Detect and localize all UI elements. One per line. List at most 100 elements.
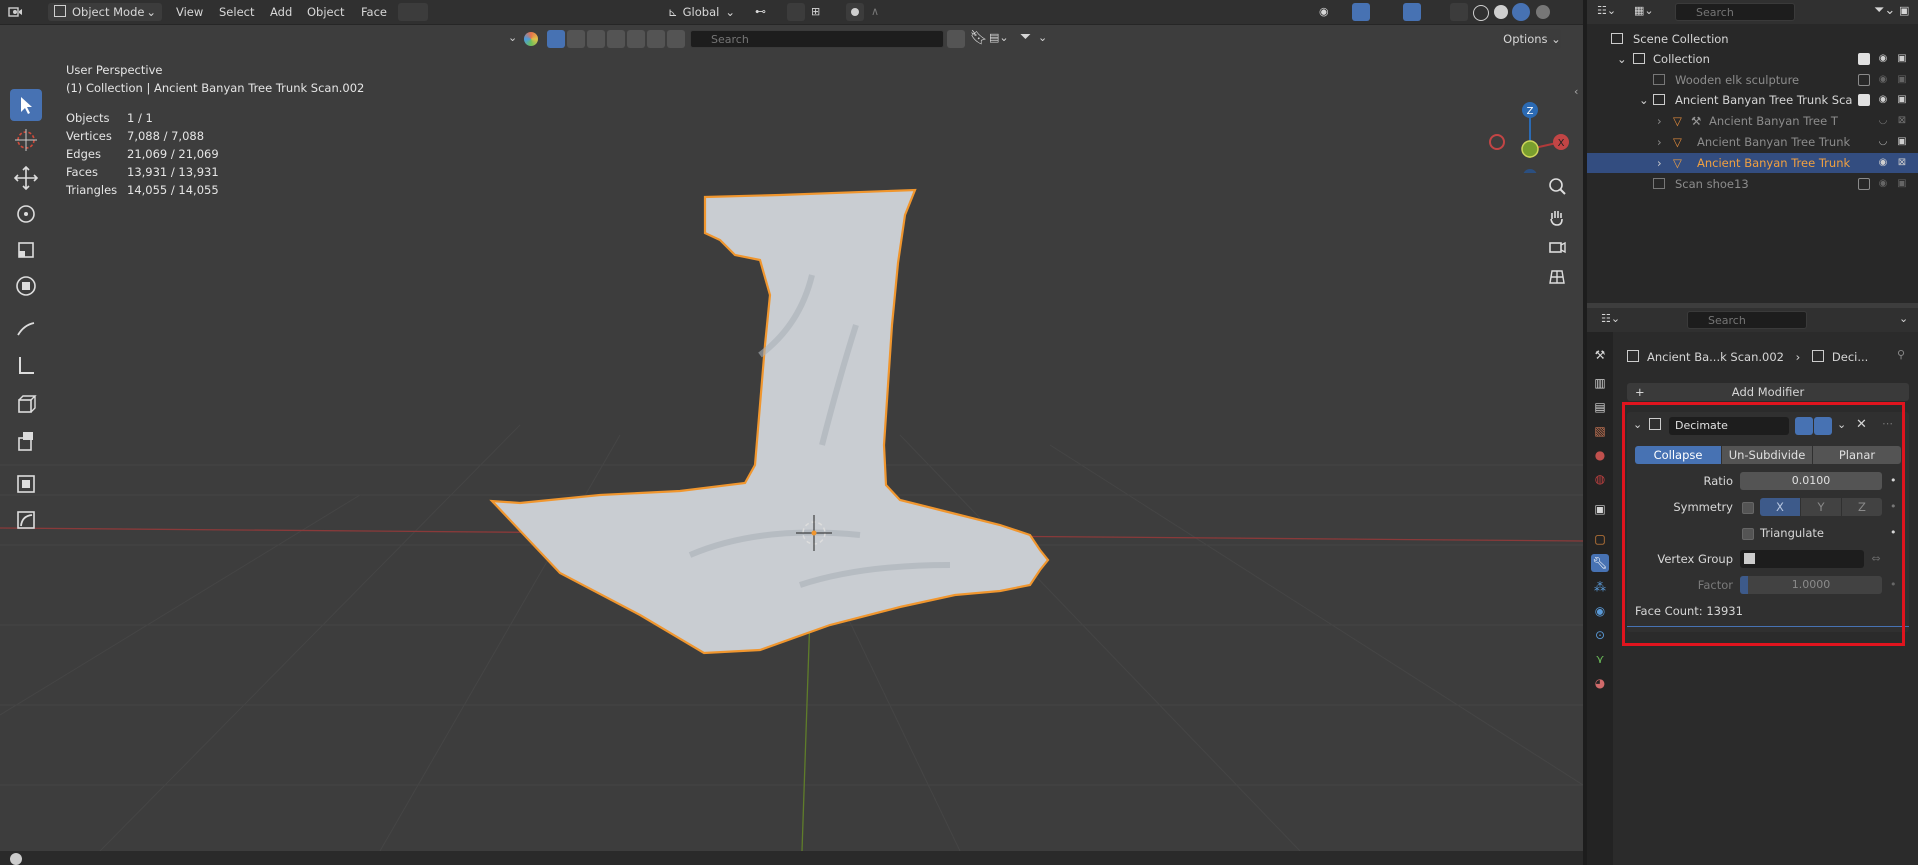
outliner-row-wooden-elk[interactable]: Wooden elk sculpture ◉ ▣ [1587,70,1918,90]
falloff-icon[interactable]: ∧ [866,3,896,21]
pin-icon[interactable]: ⚲ [1897,348,1905,361]
gizmo-toggle-icon[interactable] [1352,3,1370,21]
menu-view[interactable]: View [176,3,203,21]
camera-icon[interactable]: ▣ [1896,53,1908,65]
filter-funnel-icon[interactable]: ⏷⌄ [1874,3,1895,18]
world-tab-icon[interactable]: ◍ [1591,470,1609,488]
menu-add[interactable]: Add [270,3,292,21]
xray-toggle-icon[interactable] [1450,3,1468,21]
chevron-right-icon[interactable]: › [1657,153,1662,173]
grid-perspective-icon[interactable] [1543,263,1571,291]
viewport-search-input[interactable] [690,30,944,48]
pivot-point-icon[interactable]: ⊷ [752,3,778,21]
proportional-edit-icon[interactable] [846,3,864,21]
modifier-tab-icon[interactable]: 🔧︎ [1591,554,1609,572]
render-tab-icon[interactable]: ▥ [1591,374,1609,392]
camera-disabled-icon[interactable]: ⊠ [1896,157,1908,169]
select-circle-icon[interactable] [587,30,605,48]
material-shading-icon[interactable] [1512,3,1530,21]
physics-tab-icon[interactable]: ◉ [1591,602,1609,620]
new-collection-icon[interactable]: ▣ [1899,4,1909,17]
eye-closed-icon[interactable]: ◡ [1877,136,1889,148]
eye-icon[interactable]: ◉ [1877,74,1889,86]
eye-icon[interactable]: ◉ [1877,53,1889,65]
overlay-toggle-icon[interactable] [1403,3,1421,21]
object-tab-icon[interactable]: ▢ [1591,530,1609,548]
select-intersect-icon[interactable] [667,30,685,48]
particles-tab-icon[interactable]: ⁂ [1591,578,1609,596]
chevron-right-icon[interactable]: › [1657,111,1662,131]
solid-shading-icon[interactable] [1494,5,1508,19]
material-tab-icon[interactable]: ◕ [1591,674,1609,692]
select-mode-icon[interactable] [398,3,428,21]
camera-icon[interactable]: ▣ [1896,178,1908,190]
menu-face[interactable]: Face [361,3,387,21]
properties-search-input[interactable] [1687,311,1807,329]
filter-toggle-icon[interactable] [947,30,965,48]
select-lasso-icon[interactable] [607,30,625,48]
filter-funnel-icon[interactable]: ⏷ [1020,29,1031,45]
exclude-checkbox[interactable] [1858,94,1870,106]
select-subtract-icon[interactable] [647,30,665,48]
exclude-checkbox[interactable] [1858,178,1870,190]
eye-icon[interactable]: ◉ [1877,178,1889,190]
scale-tool-icon[interactable] [10,234,42,266]
eye-icon[interactable]: ◉ [1877,157,1889,169]
pan-hand-icon[interactable] [1543,203,1571,231]
snap-toggle-icon[interactable] [787,3,805,21]
breadcrumb-modifier[interactable]: Deci... [1832,350,1868,364]
view-layer-tab-icon[interactable]: ▧ [1591,422,1609,440]
constraints-tab-icon[interactable]: ⊙ [1591,626,1609,644]
options-dropdown[interactable]: Options ⌄ [1503,29,1561,49]
add-cube-tool-icon[interactable] [10,389,42,421]
output-tab-icon[interactable]: ▤ [1591,398,1609,416]
camera-view-icon[interactable] [1543,233,1571,261]
bend-tool-icon[interactable] [10,504,42,536]
move-tool-icon[interactable] [10,162,42,194]
visibility-icon[interactable]: ◉ [1316,3,1334,21]
outliner-row-banyan-collection[interactable]: ⌄ Ancient Banyan Tree Trunk Sca ◉ ▣ [1587,90,1918,110]
collection-tab-icon[interactable]: ▣ [1591,500,1609,518]
menu-select[interactable]: Select [219,3,254,21]
snap-element-icon[interactable]: ⊞ [808,3,838,21]
bookmark-icon[interactable]: 🔖︎ [970,30,988,46]
camera-icon[interactable]: ▣ [1896,94,1908,106]
navigation-gizmo[interactable]: Z X [1482,63,1578,173]
breadcrumb-object[interactable]: Ancient Ba...k Scan.002 [1647,350,1784,364]
outliner-row-scan-shoe[interactable]: Scan shoe13 ◉ ▣ [1587,174,1918,194]
mode-dropdown[interactable]: Object Mode ⌄ [48,3,162,21]
tree-trunk-mesh[interactable] [489,188,1050,655]
editor-type-icon[interactable] [6,3,24,21]
collection-layout-icon[interactable]: ▤⌄ [989,31,1009,44]
chevron-down-icon[interactable]: ⌄ [1038,31,1047,44]
camera-icon[interactable]: ▣ [1896,74,1908,86]
chevron-right-icon[interactable]: › [1657,132,1662,152]
3d-viewport[interactable]: ⌄ ⌕ 🔖︎ ▤⌄ ⏷ ⌄ Options ⌄ User Perspective [0,25,1583,851]
exclude-checkbox[interactable] [1858,53,1870,65]
extrude-tool-icon[interactable] [10,425,42,457]
gizmo-neg-x[interactable] [1489,134,1505,150]
exclude-checkbox[interactable] [1858,74,1870,86]
chevron-left-icon[interactable]: ‹ [1574,85,1578,98]
chevron-down-icon[interactable]: ⌄ [1639,90,1649,110]
chevron-down-icon[interactable]: ⌄ [1899,312,1908,325]
outliner-editor-icon[interactable]: ☷⌄ [1597,4,1616,17]
display-mode-icon[interactable]: ▦⌄ [1634,4,1654,17]
outliner-row-banyan-object-1[interactable]: › ▽ ⚒ Ancient Banyan Tree T ◡ ⊠ [1587,111,1918,131]
tool-tab-icon[interactable]: ⚒ [1591,346,1609,364]
shrink-fatten-tool-icon[interactable] [10,468,42,500]
select-box-icon[interactable] [547,30,565,48]
rendered-shading-icon[interactable] [1536,5,1550,19]
data-tab-icon[interactable]: ⋎ [1591,650,1609,668]
select-extend-icon[interactable] [627,30,645,48]
outliner-row-collection[interactable]: ⌄ Collection ◉ ▣ [1587,49,1918,69]
zoom-icon[interactable] [1543,173,1571,201]
select-tool-icon[interactable] [10,89,42,121]
measure-tool-icon[interactable] [10,349,42,381]
gizmo-neg-z[interactable] [1523,169,1537,173]
gizmo-y-axis[interactable] [1521,140,1539,158]
camera-disabled-icon[interactable]: ⊠ [1896,115,1908,127]
eye-icon[interactable]: ◉ [1877,94,1889,106]
eye-closed-icon[interactable]: ◡ [1877,115,1889,127]
menu-object[interactable]: Object [307,3,344,21]
